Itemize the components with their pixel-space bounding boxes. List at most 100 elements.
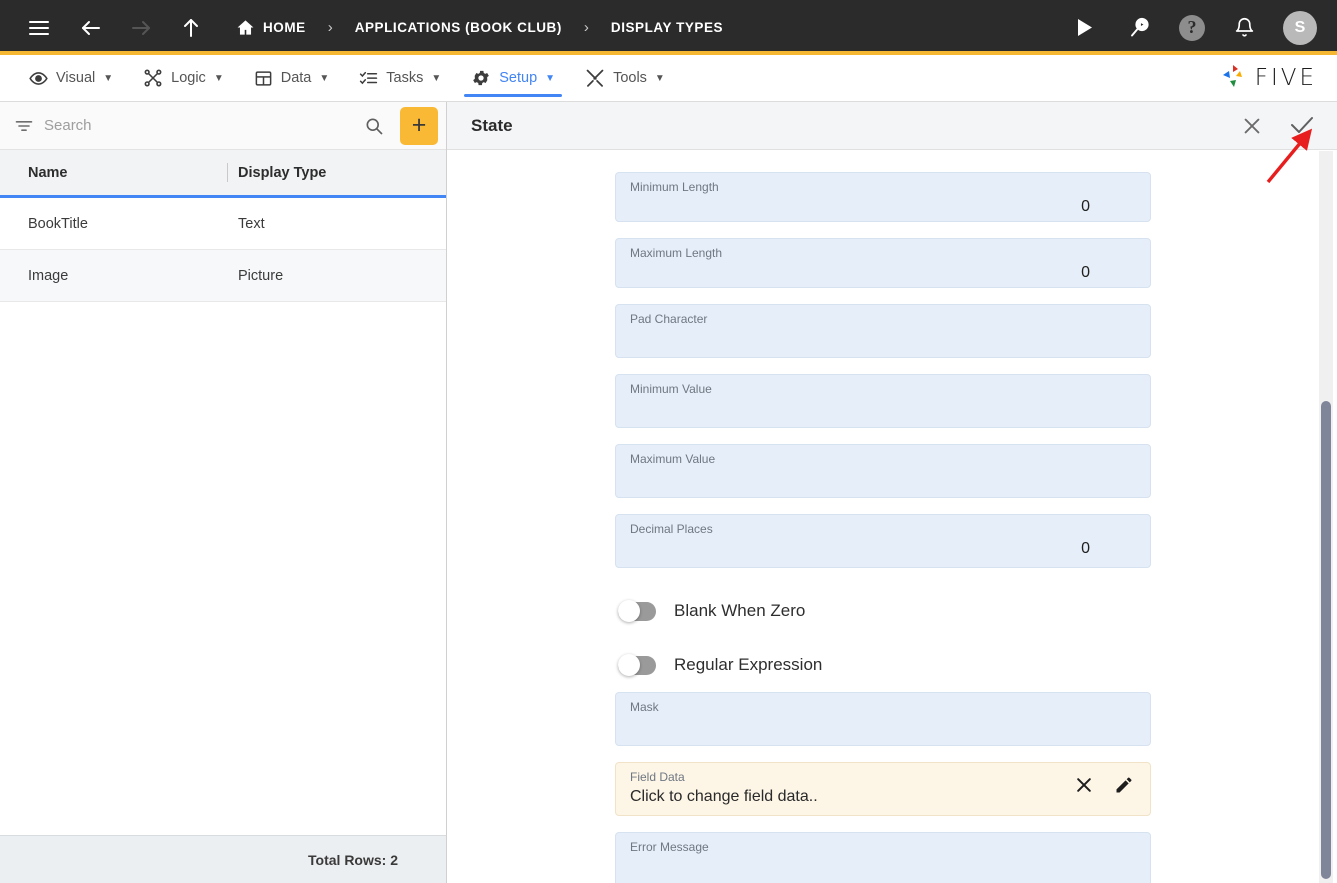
detail-panel-header: State (447, 102, 1337, 150)
scrollbar-thumb[interactable] (1321, 401, 1331, 879)
field-field-data[interactable]: Field Data Click to change field data.. (615, 762, 1151, 816)
filter-icon[interactable] (14, 116, 34, 136)
brand-name: FIVE (1254, 65, 1317, 91)
breadcrumb-item-applications[interactable]: APPLICATIONS (BOOK CLUB) (355, 20, 562, 35)
module-menu-bar: Visual ▼ Logic ▼ Data ▼ Tasks ▼ Setup ▼ … (0, 55, 1337, 102)
menu-item-visual[interactable]: Visual ▼ (14, 55, 128, 101)
cell-display-type: Text (238, 215, 265, 232)
workspace: + Name Display Type BookTitle Text Image… (0, 102, 1337, 883)
field-value: 0 (1081, 198, 1090, 215)
avatar-initial: S (1294, 18, 1306, 36)
field-label: Error Message (630, 840, 709, 854)
chevron-down-icon: ▼ (431, 72, 442, 84)
field-mask[interactable]: Mask (615, 692, 1151, 746)
page-title: State (471, 115, 513, 135)
menu-item-tools[interactable]: Tools ▼ (570, 55, 680, 101)
field-label: Minimum Length (630, 180, 719, 194)
detail-form-panel: State Minimum Length 0 Maximum Length 0 … (447, 102, 1337, 883)
toggle-row-blank-when-zero: Blank When Zero (615, 584, 1151, 638)
column-header-display-type[interactable]: Display Type (220, 165, 446, 181)
toggle-knob (618, 654, 640, 676)
search-input[interactable] (44, 117, 348, 134)
logic-nodes-icon (143, 68, 163, 88)
breadcrumb-label-display-types: DISPLAY TYPES (610, 20, 724, 35)
run-icon[interactable] (1067, 11, 1101, 45)
checklist-icon (359, 69, 378, 88)
chevron-down-icon: ▼ (654, 72, 665, 84)
search-toolbar: + (0, 102, 446, 150)
field-label: Decimal Places (630, 522, 713, 536)
menu-label-setup: Setup (499, 70, 538, 86)
hamburger-icon[interactable] (22, 11, 56, 45)
field-maximum-value[interactable]: Maximum Value (615, 444, 1151, 498)
field-error-message[interactable]: Error Message (615, 832, 1151, 883)
column-header-name[interactable]: Name (0, 165, 220, 181)
toggle-blank-when-zero[interactable] (618, 600, 656, 622)
grid-empty-area (0, 302, 446, 835)
breadcrumb-label-applications: APPLICATIONS (BOOK CLUB) (354, 20, 562, 35)
search-play-icon[interactable] (1123, 11, 1157, 45)
breadcrumb-separator: › (327, 19, 333, 36)
field-label: Pad Character (630, 312, 708, 326)
cell-name: BookTitle (28, 215, 88, 232)
menu-label-tools: Tools (613, 70, 647, 86)
brand-logo: FIVE (1220, 55, 1337, 101)
detail-panel-actions (1241, 113, 1315, 139)
chevron-down-icon: ▼ (213, 72, 224, 84)
field-maximum-length[interactable]: Maximum Length 0 (615, 238, 1151, 288)
records-list-panel: + Name Display Type BookTitle Text Image… (0, 102, 447, 883)
eye-icon (29, 69, 48, 88)
five-mark-icon (1220, 63, 1248, 94)
breadcrumb-separator: › (583, 19, 589, 36)
field-value: 0 (1081, 264, 1090, 281)
history-navigation-group (74, 11, 208, 45)
records-grid-header: Name Display Type (0, 150, 446, 198)
menu-label-visual: Visual (56, 70, 96, 86)
arrow-right-icon[interactable] (124, 11, 158, 45)
cell-display-type: Picture (238, 267, 284, 284)
menu-item-data[interactable]: Data ▼ (239, 55, 345, 101)
pencil-icon[interactable] (1114, 775, 1134, 795)
avatar[interactable]: S (1283, 10, 1317, 45)
form-scroll-area: Minimum Length 0 Maximum Length 0 Pad Ch… (447, 150, 1337, 883)
menu-label-tasks: Tasks (386, 70, 424, 86)
vertical-scrollbar[interactable] (1319, 151, 1333, 883)
menu-label-data: Data (280, 70, 312, 86)
menu-item-tasks[interactable]: Tasks ▼ (344, 55, 456, 101)
total-rows-label: Total Rows: 2 (308, 851, 398, 868)
notifications-bell-icon[interactable] (1227, 11, 1261, 45)
field-minimum-length[interactable]: Minimum Length 0 (615, 172, 1151, 222)
arrow-left-icon[interactable] (74, 11, 108, 45)
field-label: Field Data (630, 770, 685, 784)
field-pad-character[interactable]: Pad Character (615, 304, 1151, 358)
field-decimal-places[interactable]: Decimal Places 0 (615, 514, 1151, 568)
breadcrumb-item-display-types[interactable]: DISPLAY TYPES (611, 20, 723, 35)
field-data-actions (1074, 775, 1134, 795)
field-label: Minimum Value (630, 382, 712, 396)
breadcrumb-item-home[interactable]: HOME (236, 18, 306, 37)
breadcrumb: HOME › APPLICATIONS (BOOK CLUB) › DISPLA… (236, 18, 723, 37)
toggle-knob (618, 600, 640, 622)
field-minimum-value[interactable]: Minimum Value (615, 374, 1151, 428)
toggle-regular-expression[interactable] (618, 654, 656, 676)
toggle-label: Blank When Zero (674, 601, 806, 620)
breadcrumb-label-home: HOME (263, 20, 306, 35)
top-navigation-bar: HOME › APPLICATIONS (BOOK CLUB) › DISPLA… (0, 0, 1337, 55)
close-icon[interactable] (1074, 775, 1094, 795)
close-icon[interactable] (1241, 115, 1263, 137)
search-icon[interactable] (358, 116, 390, 136)
check-icon[interactable] (1289, 113, 1315, 139)
grid-footer: Total Rows: 2 (0, 835, 446, 883)
column-divider[interactable] (227, 163, 228, 182)
field-label: Maximum Value (630, 452, 716, 466)
field-label: Mask (630, 700, 659, 714)
menu-item-logic[interactable]: Logic ▼ (128, 55, 239, 101)
arrow-up-icon[interactable] (174, 11, 208, 45)
help-icon[interactable]: ? (1179, 14, 1205, 41)
add-record-button[interactable]: + (400, 106, 438, 145)
table-row[interactable]: BookTitle Text (0, 198, 446, 250)
gear-icon (471, 68, 491, 88)
menu-item-setup[interactable]: Setup ▼ (456, 55, 570, 101)
cell-name: Image (28, 267, 69, 284)
table-row[interactable]: Image Picture (0, 250, 446, 302)
